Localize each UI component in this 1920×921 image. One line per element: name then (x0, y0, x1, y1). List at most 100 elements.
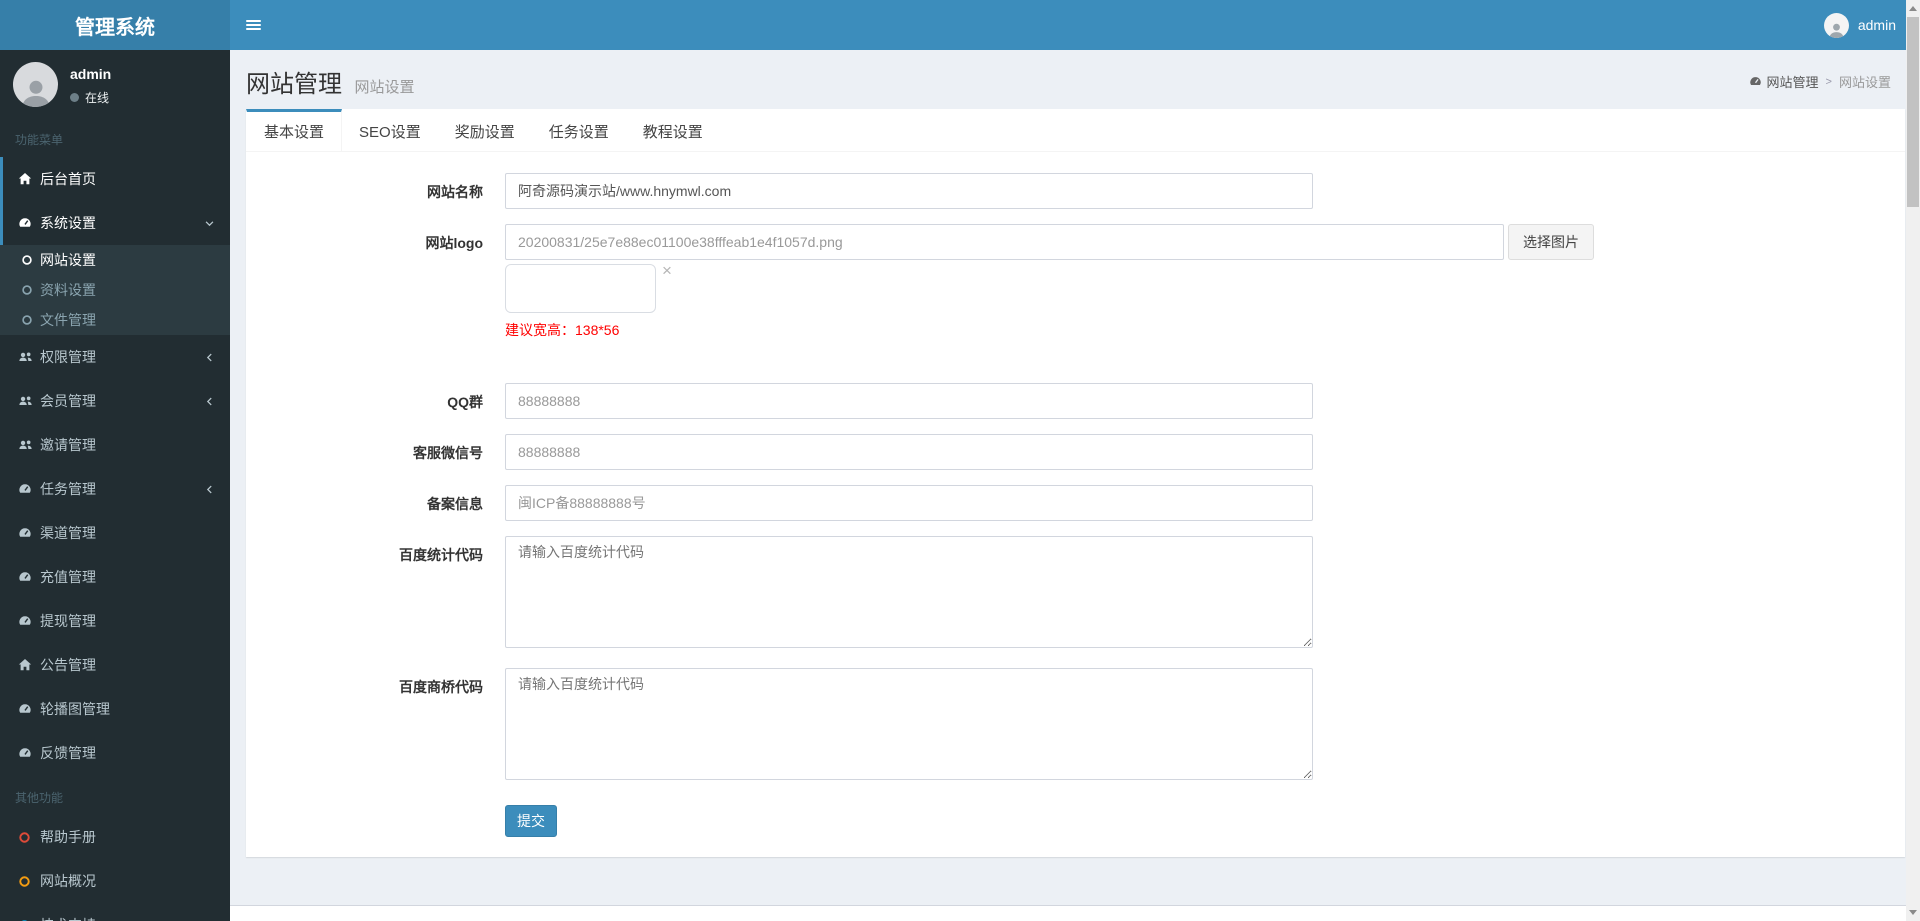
logo-preview (505, 264, 656, 313)
dashboard-icon (1749, 77, 1761, 85)
site-name-input[interactable] (505, 173, 1313, 209)
app-logo[interactable]: 管理系统 (0, 0, 230, 50)
dashboard-icon (18, 614, 40, 628)
submenu-item-profile-settings[interactable]: 资料设置 (0, 275, 230, 305)
submenu-item-site-settings[interactable]: 网站设置 (0, 245, 230, 275)
icp-label: 备案信息 (427, 496, 483, 512)
sidebar-item-label: 充值管理 (40, 569, 96, 585)
status-label: 在线 (85, 91, 110, 105)
sidebar-item-label: 轮播图管理 (40, 701, 110, 717)
users-icon (18, 438, 40, 452)
sidebar-avatar (13, 62, 58, 107)
sidebar-item-permissions[interactable]: 权限管理 (0, 335, 230, 379)
sidebar-item-label: 技术支持 (40, 915, 215, 921)
navbar-username: admin (1857, 17, 1896, 33)
sidebar-item-label: 任务管理 (40, 481, 96, 497)
content-header: 网站管理 网站设置 网站管理 > 网站设置 (230, 50, 1920, 109)
site-logo-input[interactable] (505, 224, 1504, 260)
sidebar-item-label: 邀请管理 (40, 437, 96, 453)
submit-button[interactable]: 提交 (505, 805, 557, 837)
wechat-label: 客服微信号 (413, 445, 483, 461)
sidebar-item-site-overview[interactable]: 网站概况 (0, 859, 230, 903)
sidebar-item-feedback[interactable]: 反馈管理 (0, 731, 230, 775)
icp-input[interactable] (505, 485, 1313, 521)
submenu-item-label: 网站设置 (40, 252, 96, 268)
baidu-stats-label: 百度统计代码 (399, 547, 483, 563)
sidebar-user-panel: admin 在线 (0, 50, 230, 117)
sidebar-item-tech-support[interactable]: 技术支持 (0, 903, 230, 921)
users-icon (18, 394, 40, 408)
page-subtitle: 网站设置 (354, 79, 415, 96)
chevron-left-icon (204, 396, 215, 407)
circle-o-icon (21, 314, 40, 326)
menu-section-header: 其他功能 (15, 791, 64, 805)
chevron-left-icon (204, 484, 215, 495)
menu-section-header: 功能菜单 (15, 133, 64, 147)
dashboard-icon (18, 482, 40, 496)
sidebar-item-label: 权限管理 (40, 349, 96, 365)
sidebar-toggle-button[interactable] (230, 0, 276, 50)
main-content: 网站管理 网站设置 网站管理 > 网站设置 基本设置 SEO设置 奖励设置 任务… (230, 0, 1920, 921)
qq-group-label: QQ群 (447, 394, 483, 410)
wechat-input[interactable] (505, 434, 1313, 470)
sidebar-item-label: 反馈管理 (40, 745, 96, 761)
dashboard-icon (18, 746, 40, 760)
navbar-user-menu[interactable]: admin (1823, 0, 1896, 50)
breadcrumb-level1[interactable]: 网站管理 (1749, 72, 1819, 91)
tab-seo-settings[interactable]: SEO设置 (342, 109, 438, 151)
sidebar-item-channels[interactable]: 渠道管理 (0, 511, 230, 555)
dashboard-icon (18, 216, 40, 230)
tab-bar: 基本设置 SEO设置 奖励设置 任务设置 教程设置 (246, 109, 1905, 152)
basic-settings-form: 网站名称 网站logo 选择图片 建议宽高：138*56 (246, 152, 1905, 857)
sidebar-item-label: 网站概况 (40, 873, 96, 889)
hamburger-icon (245, 18, 261, 32)
sidebar-item-help-manual[interactable]: 帮助手册 (0, 815, 230, 859)
online-status-icon (70, 93, 79, 102)
submenu-item-label: 文件管理 (40, 312, 96, 328)
users-icon (18, 350, 40, 364)
scroll-down-arrow[interactable] (1906, 904, 1920, 921)
chevron-left-icon (204, 352, 215, 363)
submenu-system-settings: 网站设置 资料设置 文件管理 (0, 245, 230, 335)
sidebar-item-members[interactable]: 会员管理 (0, 379, 230, 423)
sidebar-item-label: 后台首页 (40, 171, 96, 187)
baidu-stats-textarea[interactable] (505, 536, 1313, 648)
sidebar-item-system-settings[interactable]: 系统设置 (0, 201, 230, 245)
tab-basic-settings[interactable]: 基本设置 (246, 109, 343, 151)
sidebar-item-label: 帮助手册 (40, 829, 96, 845)
circle-o-icon (18, 875, 40, 888)
tab-tutorial-settings[interactable]: 教程设置 (626, 109, 720, 151)
qq-group-input[interactable] (505, 383, 1313, 419)
baidu-bridge-label: 百度商桥代码 (399, 679, 483, 695)
home-icon (18, 658, 40, 672)
top-navbar: 管理系统 admin (0, 0, 1920, 50)
scroll-up-arrow[interactable] (1906, 0, 1920, 17)
page-footer: Copyright © 2020 阿奇源码. All rights reserv… (230, 905, 1920, 921)
sidebar-item-label: 公告管理 (40, 657, 96, 673)
submenu-item-file-management[interactable]: 文件管理 (0, 305, 230, 335)
sidebar-item-label: 会员管理 (40, 393, 96, 409)
site-name-label: 网站名称 (427, 184, 483, 200)
vertical-scrollbar[interactable] (1906, 0, 1920, 921)
tab-task-settings[interactable]: 任务设置 (532, 109, 626, 151)
circle-o-icon (21, 284, 40, 296)
sidebar-item-tasks[interactable]: 任务管理 (0, 467, 230, 511)
sidebar-item-home[interactable]: 后台首页 (0, 157, 230, 201)
remove-image-icon[interactable] (662, 264, 672, 313)
sidebar-item-withdrawals[interactable]: 提现管理 (0, 599, 230, 643)
circle-o-icon (18, 831, 40, 844)
scrollbar-thumb[interactable] (1907, 17, 1919, 207)
breadcrumb: 网站管理 > 网站设置 (1749, 72, 1891, 91)
sidebar-item-carousel[interactable]: 轮播图管理 (0, 687, 230, 731)
home-icon (18, 172, 40, 186)
sidebar-item-announcements[interactable]: 公告管理 (0, 643, 230, 687)
sidebar-item-invitations[interactable]: 邀请管理 (0, 423, 230, 467)
breadcrumb-current: 网站设置 (1838, 75, 1891, 90)
baidu-bridge-textarea[interactable] (505, 668, 1313, 780)
tab-reward-settings[interactable]: 奖励设置 (438, 109, 532, 151)
user-status[interactable]: 在线 (70, 89, 111, 106)
logo-size-hint: 建议宽高：138*56 (505, 322, 620, 338)
sidebar-item-recharge[interactable]: 充值管理 (0, 555, 230, 599)
chevron-down-icon (204, 218, 215, 229)
choose-image-button[interactable]: 选择图片 (1508, 224, 1594, 260)
